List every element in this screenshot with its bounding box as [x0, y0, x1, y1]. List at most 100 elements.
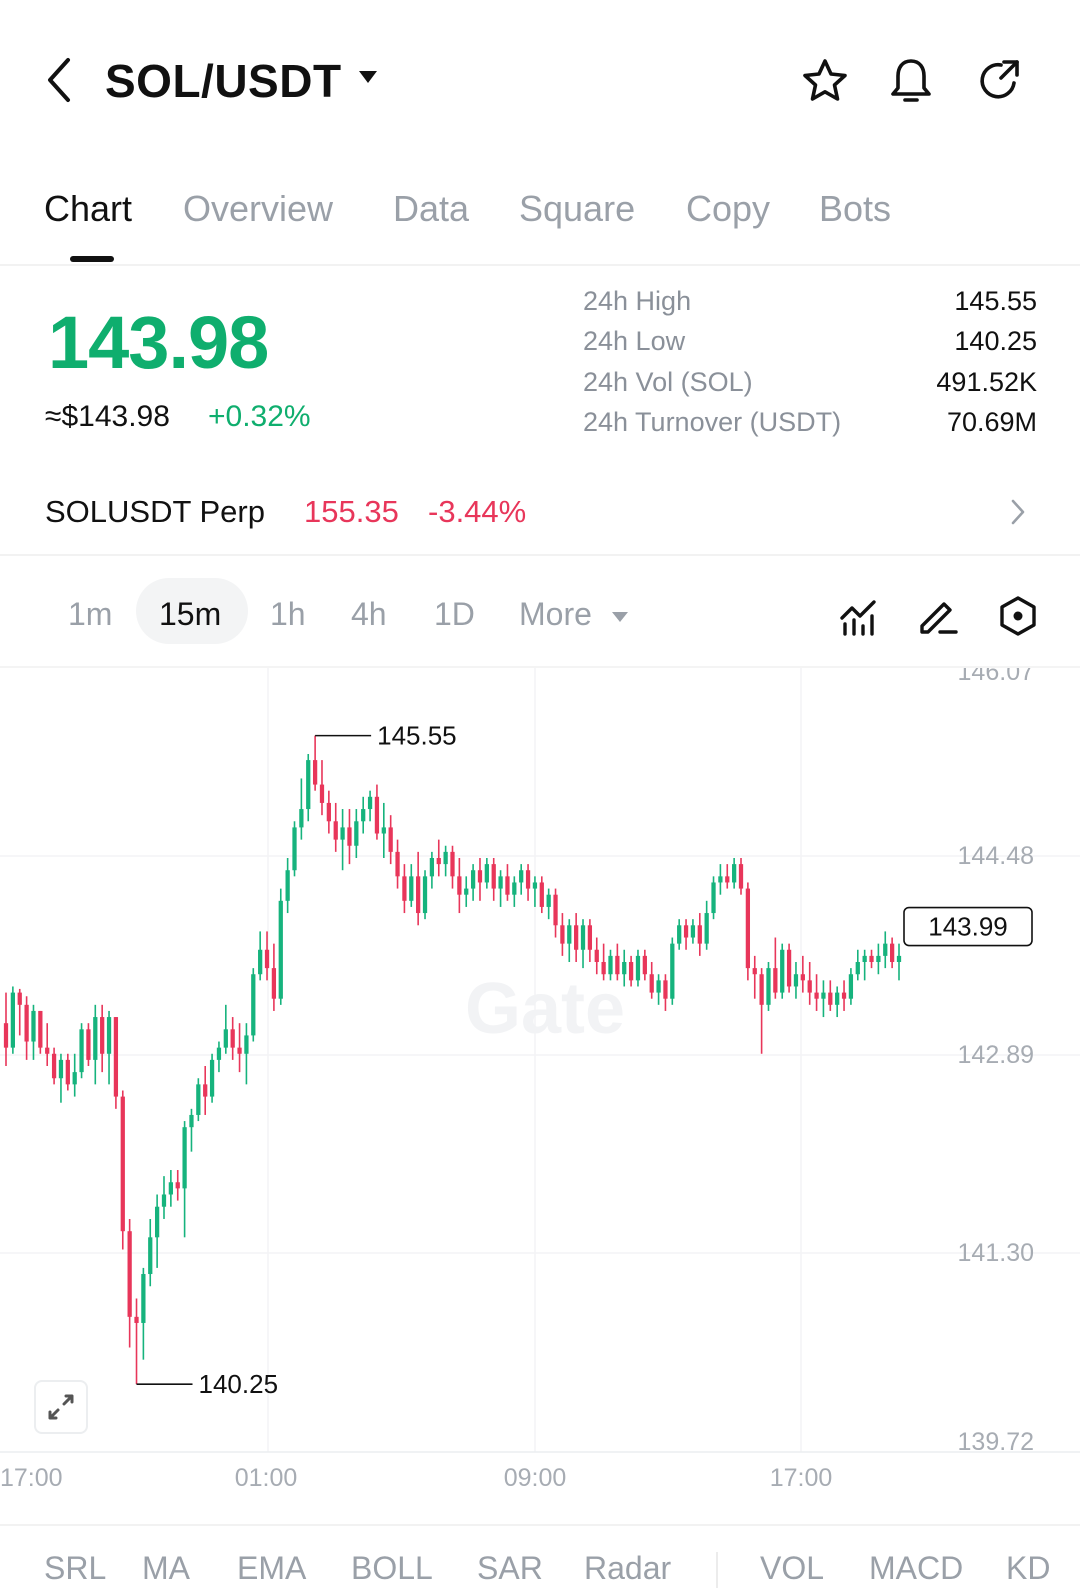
candle — [484, 857, 489, 889]
candle — [100, 1004, 105, 1073]
interval-15m[interactable]: 15m — [159, 596, 221, 633]
draw-button[interactable] — [916, 594, 960, 638]
candle — [553, 888, 558, 938]
fullscreen-button[interactable] — [34, 1380, 88, 1434]
stat-value: 140.25 — [954, 326, 1037, 356]
candle — [271, 943, 277, 1011]
candle — [525, 864, 531, 901]
interval-4h[interactable]: 4h — [351, 596, 387, 633]
interval-1d[interactable]: 1D — [434, 596, 475, 633]
candle — [312, 735, 318, 791]
candle — [285, 857, 290, 914]
back-button[interactable] — [40, 54, 80, 106]
candle — [196, 1078, 201, 1122]
stat-high: 24h High 145.55 — [583, 286, 1037, 326]
candle — [752, 955, 757, 999]
section-tabs: Chart Overview Data Square Copy Bots — [0, 180, 1080, 266]
indicator-button[interactable] — [838, 594, 882, 638]
y-tick-label: 144.48 — [958, 842, 1034, 870]
caret-down-icon[interactable] — [358, 70, 378, 84]
watermark: Gate — [465, 969, 625, 1049]
pair-title[interactable]: SOL/USDT — [105, 54, 342, 108]
candle — [51, 1047, 57, 1085]
low-price-label: 140.25 — [199, 1369, 279, 1399]
candle — [258, 931, 263, 981]
candle — [113, 1017, 119, 1109]
tab-square[interactable]: Square — [519, 188, 635, 230]
candle — [443, 845, 448, 877]
indicator-kd[interactable]: KD — [1006, 1550, 1050, 1587]
y-tick-label: 141.30 — [958, 1239, 1034, 1267]
candle — [869, 949, 874, 969]
candle — [416, 851, 421, 926]
chart-settings-button[interactable] — [996, 594, 1040, 638]
candle — [862, 949, 867, 981]
candle — [422, 870, 428, 920]
candle — [807, 961, 812, 1005]
candle — [855, 949, 860, 981]
candle — [216, 1041, 222, 1073]
candle — [402, 864, 407, 914]
bell-icon — [891, 59, 931, 102]
candle — [79, 1023, 84, 1079]
candle — [759, 968, 764, 1054]
candle — [148, 1218, 153, 1287]
candle — [835, 986, 840, 1018]
tab-chart[interactable]: Chart — [44, 188, 132, 230]
tab-data[interactable]: Data — [393, 188, 469, 230]
indicator-ma[interactable]: MA — [142, 1550, 190, 1587]
indicator-srl[interactable]: SRL — [44, 1550, 106, 1587]
candle — [793, 961, 799, 999]
candle — [649, 961, 654, 999]
candle — [711, 876, 716, 920]
favorite-button[interactable] — [800, 56, 850, 106]
last-price-tag: 143.99 — [903, 906, 1033, 947]
candle — [883, 931, 888, 969]
stat-low: 24h Low 140.25 — [583, 326, 1037, 366]
candle — [278, 888, 283, 1005]
candle — [587, 919, 593, 962]
candle — [690, 919, 696, 944]
candle — [24, 996, 29, 1060]
tab-bots[interactable]: Bots — [819, 188, 891, 230]
candle — [635, 949, 641, 987]
candle — [395, 839, 400, 889]
perp-price: 155.35 — [304, 494, 399, 529]
candle — [429, 851, 435, 889]
stat-value: 145.55 — [954, 286, 1037, 316]
share-button[interactable] — [974, 56, 1024, 106]
perp-link-row[interactable]: SOLUSDT Perp 155.35 -3.44% — [0, 470, 1080, 556]
active-tab-indicator — [70, 256, 114, 262]
candle — [470, 864, 476, 901]
interval-1m[interactable]: 1m — [68, 596, 112, 633]
candlestick-chart[interactable]: Gate 146.07 144.48 142.89 141.30 139.72 … — [0, 668, 1080, 1520]
indicator-icon — [840, 600, 876, 636]
indicator-ema[interactable]: EMA — [237, 1550, 306, 1587]
candle — [745, 882, 751, 981]
candle — [498, 870, 503, 907]
indicator-sar[interactable]: SAR — [477, 1550, 543, 1587]
candle — [17, 988, 22, 1036]
candle — [491, 857, 496, 901]
indicator-radar[interactable]: Radar — [584, 1550, 671, 1587]
indicator-vol[interactable]: VOL — [760, 1550, 824, 1587]
indicator-boll[interactable]: BOLL — [351, 1550, 433, 1587]
candle — [381, 802, 386, 858]
perp-change: -3.44% — [428, 494, 527, 529]
indicator-macd[interactable]: MACD — [869, 1550, 963, 1587]
top-bar: SOL/USDT — [0, 0, 1080, 160]
interval-more[interactable]: More — [519, 596, 629, 633]
candle — [773, 937, 778, 999]
candle — [237, 1023, 242, 1073]
tab-overview[interactable]: Overview — [183, 188, 333, 230]
alert-button[interactable] — [886, 56, 936, 106]
candle — [154, 1194, 160, 1268]
candle — [890, 937, 895, 969]
candle — [718, 864, 723, 895]
interval-1h[interactable]: 1h — [270, 596, 306, 633]
tab-copy[interactable]: Copy — [686, 188, 770, 230]
last-price-label: 143.99 — [928, 912, 1008, 942]
high-price-label: 145.55 — [377, 721, 457, 751]
candle — [656, 974, 661, 1005]
settings-hexagon-icon — [1000, 596, 1036, 636]
